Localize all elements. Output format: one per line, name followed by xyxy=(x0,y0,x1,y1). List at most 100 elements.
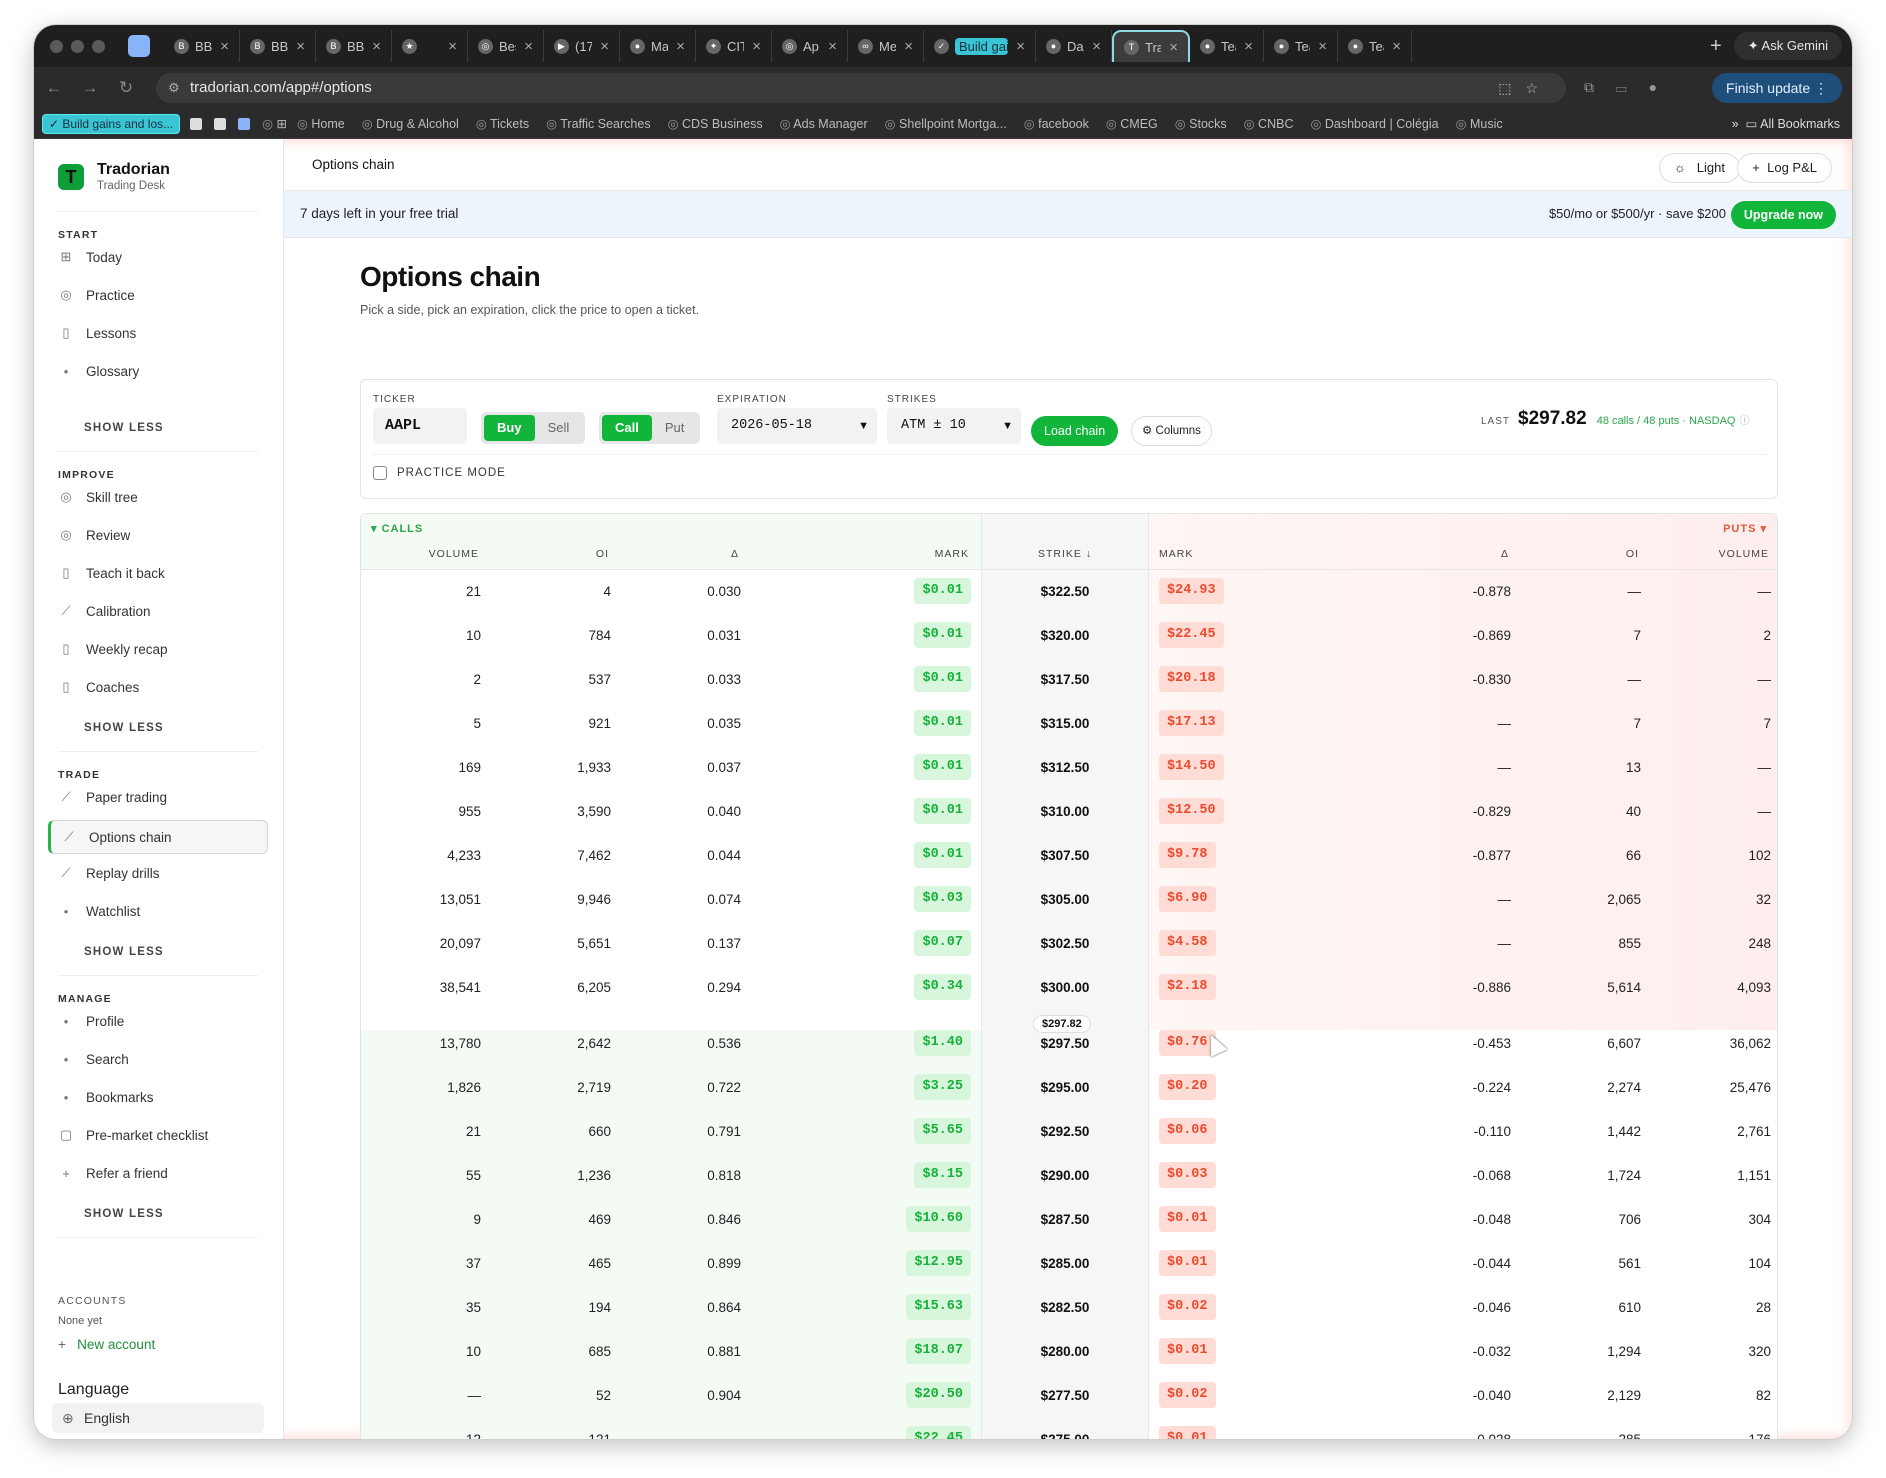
close-icon[interactable]: × xyxy=(1016,38,1025,55)
browser-tab[interactable]: ✦ CIT × xyxy=(696,30,772,62)
bookmark-item[interactable]: facebook xyxy=(1024,116,1089,131)
sidebar-item-replay-drills[interactable]: ⟋ Replay drills xyxy=(58,858,258,888)
call-mark-button[interactable]: $0.01 xyxy=(914,798,971,824)
col-strike[interactable]: STRIKE ↓ xyxy=(981,548,1149,560)
log-pl-button[interactable]: + Log P&L xyxy=(1737,153,1832,183)
practice-mode-checkbox[interactable] xyxy=(373,466,387,480)
back-icon[interactable]: ← xyxy=(36,78,72,98)
close-icon[interactable]: × xyxy=(828,38,837,55)
calls-header[interactable]: ▾ CALLS xyxy=(371,522,423,535)
bookmark-active-tab[interactable]: ✓ Build gains and los... xyxy=(42,113,181,134)
close-dot[interactable] xyxy=(50,39,63,53)
close-icon[interactable]: × xyxy=(1318,38,1327,55)
call-mark-button[interactable]: $18.07 xyxy=(906,1338,971,1364)
call-button[interactable]: Call xyxy=(602,415,652,441)
bookmark-item[interactable]: CDS Business xyxy=(668,116,763,131)
browser-tab[interactable]: B BBS × xyxy=(316,30,392,62)
bookmark-item[interactable]: Ads Manager xyxy=(780,116,867,131)
sidebar-item-watchlist[interactable]: • Watchlist xyxy=(58,896,258,926)
close-icon[interactable]: × xyxy=(1392,38,1401,55)
call-mark-button[interactable]: $20.50 xyxy=(906,1382,971,1408)
ticker-input[interactable]: AAPL xyxy=(373,408,467,444)
reload-icon[interactable]: ↻ xyxy=(108,78,144,98)
sidebar-item-paper-trading[interactable]: ⟋ Paper trading xyxy=(58,782,258,812)
columns-button[interactable]: ⚙ Columns xyxy=(1131,416,1212,446)
bookmark-square-icon[interactable] xyxy=(238,117,251,130)
bookmark-item[interactable]: Home xyxy=(297,116,344,131)
call-mark-button[interactable]: $0.03 xyxy=(914,886,971,912)
close-icon[interactable]: × xyxy=(1092,38,1101,55)
put-mark-button[interactable]: $6.90 xyxy=(1159,886,1216,912)
theme-toggle-button[interactable]: ☼ Light xyxy=(1659,153,1740,183)
put-mark-button[interactable]: $9.78 xyxy=(1159,842,1216,868)
buy-button[interactable]: Buy xyxy=(484,415,535,441)
bookmark-item[interactable]: Tickets xyxy=(476,116,529,131)
close-icon[interactable]: × xyxy=(676,38,685,55)
close-icon[interactable]: × xyxy=(296,38,305,55)
pinned-tab-icon[interactable] xyxy=(128,35,150,57)
sidebar-item-options-chain[interactable]: ⟋ Options chain xyxy=(48,820,268,854)
call-mark-button[interactable]: $3.25 xyxy=(914,1074,971,1100)
call-mark-button[interactable]: $0.01 xyxy=(914,754,971,780)
ask-gemini-button[interactable]: ✦ Ask Gemini xyxy=(1733,32,1842,60)
sidebar-item-profile[interactable]: • Profile xyxy=(58,1006,258,1036)
brand[interactable]: T Tradorian Trading Desk xyxy=(58,161,170,192)
call-mark-button[interactable]: $0.01 xyxy=(914,710,971,736)
browser-tab[interactable]: T Tra × xyxy=(1112,30,1190,62)
forward-icon[interactable]: → xyxy=(72,78,108,98)
browser-tab[interactable]: B BBS × xyxy=(164,30,240,62)
bookmark-item[interactable]: Dashboard | Colégia xyxy=(1310,116,1439,131)
call-mark-button[interactable]: $10.60 xyxy=(906,1206,971,1232)
close-icon[interactable]: × xyxy=(448,38,457,55)
new-account-button[interactable]: + New account xyxy=(58,1337,155,1352)
col-call-mark[interactable]: MARK xyxy=(935,548,969,560)
site-info-icon[interactable]: ⚙ xyxy=(168,73,180,103)
put-mark-button[interactable]: $0.02 xyxy=(1159,1382,1216,1408)
col-put-volume[interactable]: VOLUME xyxy=(1719,548,1769,560)
close-icon[interactable]: × xyxy=(524,38,533,55)
col-put-delta[interactable]: Δ xyxy=(1501,548,1509,560)
close-icon[interactable]: × xyxy=(1244,38,1253,55)
bookmark-square-icon[interactable] xyxy=(214,117,227,130)
browser-tab[interactable]: ∞ Me × xyxy=(848,30,924,62)
browser-tab[interactable]: ▶ (17 × xyxy=(544,30,620,62)
call-mark-button[interactable]: $22.45 xyxy=(906,1426,971,1439)
close-icon[interactable]: × xyxy=(1169,39,1178,56)
put-mark-button[interactable]: $0.01 xyxy=(1159,1250,1216,1276)
close-icon[interactable]: × xyxy=(904,38,913,55)
close-icon[interactable]: × xyxy=(220,38,229,55)
strikes-select[interactable]: ATM ± 10 ▼ xyxy=(887,408,1021,444)
bookmark-item[interactable]: Traffic Searches xyxy=(546,116,650,131)
put-mark-button[interactable]: $0.01 xyxy=(1159,1206,1216,1232)
info-icon[interactable]: ⓘ xyxy=(1739,412,1749,427)
close-icon[interactable]: × xyxy=(600,38,609,55)
put-mark-button[interactable]: $14.50 xyxy=(1159,754,1224,780)
sidebar-item-practice[interactable]: ◎ Practice xyxy=(58,280,258,310)
language-select[interactable]: ⊕ English xyxy=(52,1403,264,1433)
put-mark-button[interactable]: $20.18 xyxy=(1159,666,1224,692)
put-mark-button[interactable]: $0.01 xyxy=(1159,1338,1216,1364)
bookmark-item[interactable]: Drug & Alcohol xyxy=(362,116,459,131)
put-mark-button[interactable]: $0.01 xyxy=(1159,1426,1216,1439)
sell-button[interactable]: Sell xyxy=(535,415,583,441)
browser-tab[interactable]: ✓ Build gains and lo × xyxy=(924,30,1036,62)
sidebar-item-glossary[interactable]: • Glossary xyxy=(58,356,258,386)
bookmark-item[interactable]: Stocks xyxy=(1175,116,1227,131)
call-mark-button[interactable]: $1.40 xyxy=(914,1030,971,1056)
zoom-dot[interactable] xyxy=(92,39,105,53)
put-mark-button[interactable]: $0.03 xyxy=(1159,1162,1216,1188)
sidebar-item-today[interactable]: ⊞ Today xyxy=(58,242,258,272)
call-mark-button[interactable]: $5.65 xyxy=(914,1118,971,1144)
sidebar-item-pre-market-checklist[interactable]: ▢ Pre-market checklist xyxy=(58,1120,258,1150)
col-put-oi[interactable]: OI xyxy=(1626,548,1639,560)
sidebar-item-weekly-recap[interactable]: ▯ Weekly recap xyxy=(58,634,258,664)
sidebar-item-review[interactable]: ◎ Review xyxy=(58,520,258,550)
browser-tab[interactable]: ● TeamVi × xyxy=(1264,30,1338,62)
bookmark-item[interactable]: CMEG xyxy=(1106,116,1158,131)
apps-grid-icon[interactable]: ⊞ xyxy=(262,116,287,131)
browser-tab[interactable]: ● Das × xyxy=(1036,30,1112,62)
extension-icons[interactable]: ⧉▭● xyxy=(1584,79,1679,96)
call-mark-button[interactable]: $0.34 xyxy=(914,974,971,1000)
col-call-oi[interactable]: OI xyxy=(596,548,609,560)
browser-tab[interactable]: ◎ Bes × xyxy=(468,30,544,62)
